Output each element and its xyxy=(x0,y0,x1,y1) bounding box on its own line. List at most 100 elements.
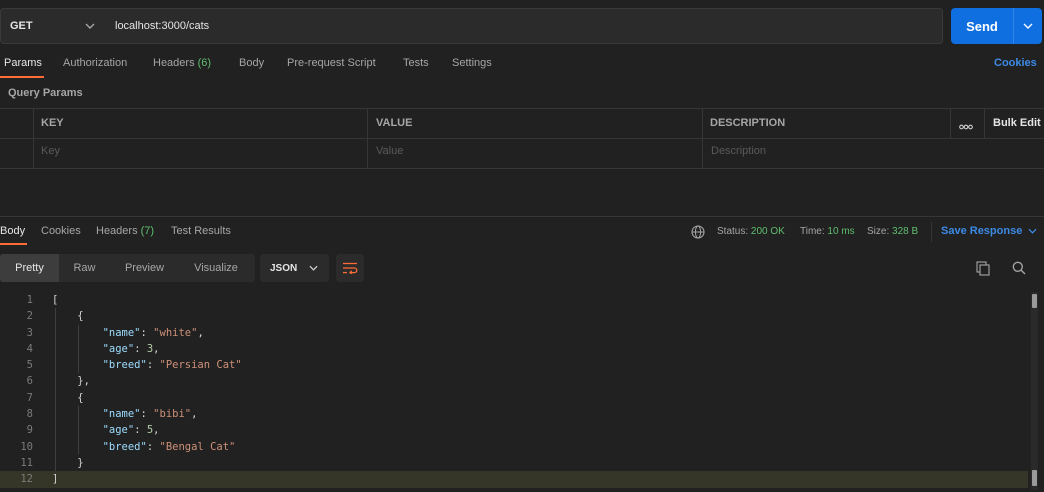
more-options-icon[interactable] xyxy=(959,119,973,133)
table-divider xyxy=(702,108,703,168)
wrap-lines-button[interactable] xyxy=(336,254,364,282)
wrap-icon xyxy=(343,262,358,274)
vertical-scrollbar[interactable] xyxy=(1031,292,1038,490)
code-text: "age": 3, xyxy=(52,341,160,357)
json-comma: , xyxy=(197,326,204,339)
line-number: 1 xyxy=(26,294,33,306)
code-text: ] xyxy=(52,473,59,486)
code-text: [ xyxy=(52,294,59,306)
time-value: 10 ms xyxy=(827,226,855,237)
tab-prerequest-script[interactable]: Pre-request Script xyxy=(287,57,376,77)
value-input[interactable]: Value xyxy=(376,145,403,157)
code-text: "age": 5, xyxy=(52,422,160,438)
code-line: 2 { xyxy=(0,308,1028,324)
send-options-button[interactable] xyxy=(1013,8,1042,44)
code-line: 11 } xyxy=(0,455,1028,471)
code-text: { xyxy=(52,391,84,404)
save-response-button[interactable]: Save Response xyxy=(941,225,1037,237)
key-input[interactable]: Key xyxy=(41,145,60,157)
tab-headers-label: Headers xyxy=(153,57,195,69)
pretty-button[interactable]: Pretty xyxy=(0,254,59,282)
search-svg xyxy=(1012,261,1026,275)
query-params-title: Query Params xyxy=(8,87,83,99)
code-text: "name": "bibi", xyxy=(52,406,198,422)
copy-icon[interactable] xyxy=(976,261,990,279)
ellipsis-icon xyxy=(959,124,973,130)
raw-button[interactable]: Raw xyxy=(62,254,107,282)
active-tab-indicator xyxy=(0,76,44,78)
code-line: 6 }, xyxy=(0,373,1028,389)
url-text: localhost:3000/cats xyxy=(115,20,210,32)
table-divider xyxy=(984,108,985,138)
line-number: 11 xyxy=(20,456,33,469)
json-value: "Persian Cat" xyxy=(159,359,242,372)
response-tab-headers-label: Headers xyxy=(96,225,138,237)
json-colon: : xyxy=(146,359,160,372)
status-indicator[interactable]: Status: 200 OK xyxy=(717,226,785,237)
response-body-editor[interactable]: 1[2 {3 "name": "white", 4 "age": 3, 5 "bre… xyxy=(0,292,1028,488)
tab-authorization[interactable]: Authorization xyxy=(63,57,127,77)
status-label: Status: xyxy=(717,226,749,237)
method-select[interactable]: GET xyxy=(0,8,105,44)
json-comma: , xyxy=(153,424,160,437)
json-key: "breed" xyxy=(102,440,147,453)
language-label: JSON xyxy=(270,262,298,274)
json-colon: : xyxy=(134,342,147,355)
size-value: 328 B xyxy=(892,226,919,237)
code-text: { xyxy=(52,310,84,323)
active-response-tab-indicator xyxy=(0,243,27,245)
json-colon: : xyxy=(134,424,147,437)
json-key: "name" xyxy=(102,408,141,421)
json-colon: : xyxy=(146,440,160,453)
response-tab-body[interactable]: Body xyxy=(0,225,25,237)
indent-guide xyxy=(78,325,79,373)
tab-body[interactable]: Body xyxy=(239,57,264,77)
description-input[interactable]: Description xyxy=(711,145,766,157)
preview-button[interactable]: Preview xyxy=(113,254,176,282)
line-number: 3 xyxy=(26,326,33,339)
response-tab-cookies[interactable]: Cookies xyxy=(41,225,81,237)
json-value: "bibi" xyxy=(153,408,192,421)
indent-guide xyxy=(55,308,56,471)
time-label: Time: xyxy=(800,226,825,237)
line-number: 9 xyxy=(26,424,33,437)
globe-icon[interactable] xyxy=(691,225,705,242)
send-button[interactable]: Send xyxy=(951,8,1013,44)
globe-svg xyxy=(691,225,705,239)
headers-count-badge: (6) xyxy=(197,57,212,69)
bulk-edit-button[interactable]: Bulk Edit xyxy=(993,117,1041,129)
code-line: 3 "name": "white", xyxy=(0,325,1028,341)
json-colon: : xyxy=(140,408,154,421)
url-input[interactable]: localhost:3000/cats xyxy=(104,8,943,44)
table-border-mid xyxy=(0,138,1044,139)
code-line: 9 "age": 5, xyxy=(0,422,1028,438)
json-value: "Bengal Cat" xyxy=(159,440,236,453)
json-key: "name" xyxy=(102,326,141,339)
cookies-link[interactable]: Cookies xyxy=(994,57,1037,69)
language-select[interactable]: JSON xyxy=(260,254,329,282)
code-line: 7 { xyxy=(0,390,1028,406)
code-line: 8 "name": "bibi", xyxy=(0,406,1028,422)
search-icon[interactable] xyxy=(1012,261,1026,278)
tab-params[interactable]: Params xyxy=(4,57,42,77)
time-indicator[interactable]: Time: 10 ms xyxy=(800,226,855,237)
json-comma: , xyxy=(191,408,198,421)
visualize-button[interactable]: Visualize xyxy=(180,254,252,282)
code-line: 12] xyxy=(0,471,1028,488)
tab-tests[interactable]: Tests xyxy=(403,57,429,77)
line-number: 2 xyxy=(26,310,33,323)
json-key: "age" xyxy=(102,342,135,355)
code-text: } xyxy=(52,456,84,469)
tab-headers[interactable]: Headers (6) xyxy=(153,57,211,77)
size-indicator[interactable]: Size: 328 B xyxy=(867,226,918,237)
scrollbar-thumb[interactable] xyxy=(1032,294,1037,308)
line-number: 5 xyxy=(26,359,33,372)
meta-separator xyxy=(931,222,932,242)
response-tab-test-results[interactable]: Test Results xyxy=(171,225,231,237)
table-border-bottom xyxy=(0,168,1044,169)
tab-settings[interactable]: Settings xyxy=(452,57,492,77)
response-tab-headers[interactable]: Headers (7) xyxy=(96,225,154,237)
line-number: 10 xyxy=(20,440,33,453)
line-number: 12 xyxy=(20,473,33,486)
save-response-label: Save Response xyxy=(941,225,1023,237)
